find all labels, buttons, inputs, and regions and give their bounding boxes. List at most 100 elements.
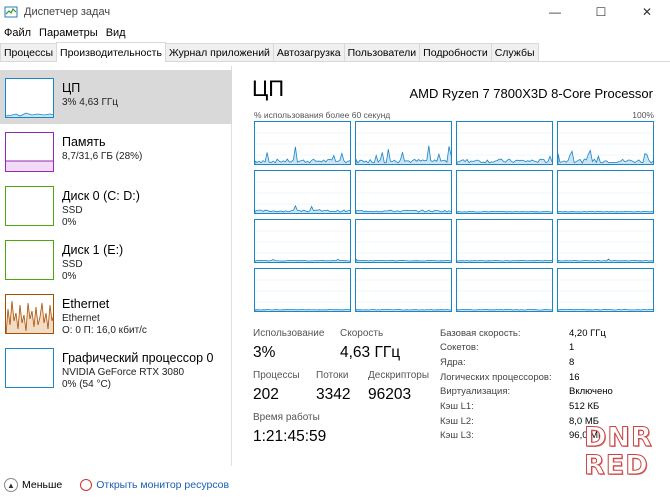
logical-processor-graph (456, 121, 553, 165)
cpu-detail-panel: ЦП AMD Ryzen 7 7800X3D 8-Core Processor … (240, 66, 670, 466)
close-button[interactable]: ✕ (624, 0, 670, 24)
usage-line (558, 279, 653, 311)
logical-processor-graph (254, 170, 351, 214)
sidebar-item-detail: О: 0 П: 16,0 кбит/с (62, 325, 147, 336)
tab-app-history[interactable]: Журнал приложений (164, 43, 274, 61)
usage-line (356, 181, 451, 213)
watermark-logo: DNR RED (584, 422, 662, 484)
sidebar-item-detail: NVIDIA GeForce RTX 3080 (62, 367, 185, 378)
maximize-button[interactable]: ☐ (578, 0, 624, 24)
fewer-details-button[interactable]: ▲ Меньше (4, 478, 62, 492)
usage-line (457, 230, 552, 262)
usage-line (558, 132, 653, 164)
sidebar-item-label: Диск 1 (E:) (62, 243, 124, 257)
sockets-label: Сокетов: (440, 342, 479, 353)
cores-value: 8 (569, 357, 575, 368)
chevron-up-icon: ▲ (4, 478, 18, 492)
menu-bar: Файл Параметры Вид (0, 24, 130, 42)
usage-line (255, 279, 350, 311)
tab-processes[interactable]: Процессы (0, 43, 58, 61)
sidebar-item-gpu[interactable]: Графический процессор 0 NVIDIA GeForce R… (0, 340, 232, 394)
processes-label: Процессы (253, 370, 300, 381)
resource-monitor-icon (80, 479, 93, 491)
logical-processor-graph (355, 219, 452, 263)
logical-processor-graph (557, 219, 654, 263)
uptime-label: Время работы (253, 412, 320, 423)
logical-processor-graph (254, 121, 351, 165)
cpu-thumbnail-graph (5, 78, 54, 118)
sidebar-item-label: Ethernet (62, 297, 110, 311)
tab-details[interactable]: Подробности (419, 43, 492, 61)
logical-processor-graphs (254, 121, 654, 312)
sidebar-item-disk1[interactable]: Диск 1 (E:) SSD 0% (0, 232, 232, 286)
usage-line (558, 230, 653, 262)
logical-processor-graph (254, 268, 351, 312)
logical-processor-graph (557, 121, 654, 165)
task-manager-icon (4, 5, 18, 19)
open-resource-monitor-link[interactable]: Открыть монитор ресурсов (80, 479, 229, 491)
threads-label: Потоки (316, 370, 349, 381)
sidebar-item-detail: SSD (62, 259, 83, 270)
sidebar-item-disk0[interactable]: Диск 0 (C: D:) SSD 0% (0, 178, 232, 232)
usage-line (457, 279, 552, 311)
sidebar-item-detail: SSD (62, 205, 83, 216)
logical-processors-label: Логических процессоров: (440, 372, 552, 383)
page-title: ЦП (252, 76, 285, 101)
sidebar-item-detail: 0% (62, 217, 77, 228)
sidebar-item-memory[interactable]: Память 8,7/31,6 ГБ (28%) (0, 124, 232, 178)
usage-line (457, 181, 552, 213)
tab-users[interactable]: Пользователи (343, 43, 421, 61)
usage-line (356, 132, 451, 164)
disk1-thumbnail-graph (5, 240, 54, 280)
tab-performance[interactable]: Производительность (56, 42, 166, 62)
title-bar: Диспетчер задач — ☐ ✕ (0, 0, 670, 24)
base-speed-value: 4,20 ГГц (569, 328, 606, 339)
sidebar-item-detail: Ethernet (62, 313, 100, 324)
fewer-details-label: Меньше (22, 479, 63, 491)
menu-view[interactable]: Вид (102, 27, 130, 39)
usage-label: Использование (253, 328, 325, 339)
logical-processor-graph (557, 170, 654, 214)
processes-value: 202 (253, 386, 279, 403)
tab-services[interactable]: Службы (490, 43, 539, 61)
sidebar-item-label: ЦП (62, 81, 81, 95)
l3-cache-label: Кэш L3: (440, 430, 474, 441)
speed-value: 4,63 ГГц (340, 344, 401, 361)
logical-processors-value: 16 (569, 372, 580, 383)
cores-label: Ядра: (440, 357, 466, 368)
tab-strip: Процессы Производительность Журнал прило… (0, 42, 670, 62)
menu-file[interactable]: Файл (0, 27, 35, 39)
handles-label: Дескрипторы (368, 370, 430, 381)
bottom-bar: ▲ Меньше Открыть монитор ресурсов (0, 472, 670, 498)
usage-line (255, 181, 350, 213)
cpu-model-name: AMD Ryzen 7 7800X3D 8-Core Processor (409, 86, 654, 101)
threads-value: 3342 (316, 386, 351, 403)
sidebar-item-label: Память (62, 135, 106, 149)
sockets-value: 1 (569, 342, 575, 353)
usage-value: 3% (253, 344, 276, 361)
uptime-value: 1:21:45:59 (253, 428, 327, 445)
watermark-line2: RED (584, 450, 649, 481)
logical-processor-graph (557, 268, 654, 312)
logical-processor-graph (355, 121, 452, 165)
graph-axis-max: 100% (632, 110, 654, 120)
sidebar-item-label: Графический процессор 0 (62, 351, 214, 365)
tab-startup[interactable]: Автозагрузка (272, 43, 345, 61)
logical-processor-graph (456, 268, 553, 312)
logical-processor-graph (456, 170, 553, 214)
memory-thumbnail-graph (5, 132, 54, 172)
disk0-thumbnail-graph (5, 186, 54, 226)
sidebar-item-label: Диск 0 (C: D:) (62, 189, 140, 203)
logical-processor-graph (254, 219, 351, 263)
performance-sidebar: ЦП 3% 4,63 ГГц Память 8,7/31,6 ГБ (28%) … (0, 66, 232, 466)
base-speed-label: Базовая скорость: (440, 328, 521, 339)
usage-line (457, 132, 552, 164)
usage-line (255, 132, 350, 164)
menu-options[interactable]: Параметры (35, 27, 102, 39)
minimize-button[interactable]: — (532, 0, 578, 24)
watermark-line1: DNR (584, 422, 653, 453)
sidebar-item-ethernet[interactable]: Ethernet Ethernet О: 0 П: 16,0 кбит/с (0, 286, 232, 340)
virtualization-label: Виртуализация: (440, 386, 511, 397)
sidebar-item-cpu[interactable]: ЦП 3% 4,63 ГГц (0, 70, 232, 124)
virtualization-value: Включено (569, 386, 613, 397)
